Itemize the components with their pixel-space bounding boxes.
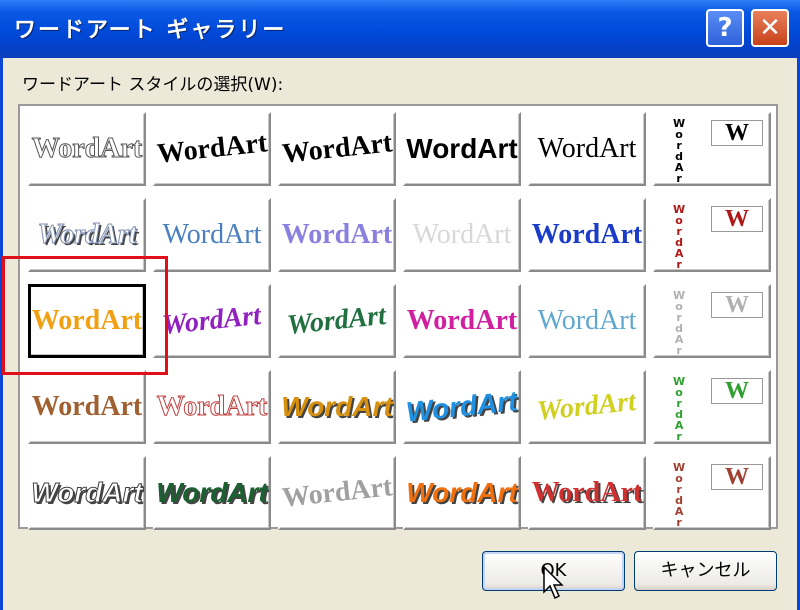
wordart-style-15[interactable]: WordArt — [278, 284, 396, 358]
wordart-style-4[interactable]: WordArt — [403, 112, 521, 186]
wordart-style-1[interactable]: WordArt — [28, 112, 146, 186]
mouse-pointer-icon — [543, 566, 564, 600]
wordart-sample-text: WordArt — [37, 219, 137, 251]
wordart-style-21[interactable]: WordArt — [278, 370, 396, 444]
title-bar: ワードアート ギャラリー ? ✕ — [0, 0, 800, 58]
wordart-style-10[interactable]: WordArt — [403, 198, 521, 272]
wordart-vertical-box: W — [711, 206, 763, 232]
wordart-vertical-sample: WordArt — [673, 375, 686, 443]
wordart-style-24[interactable]: WordArt W — [653, 370, 771, 444]
wordart-style-9[interactable]: WordArt — [278, 198, 396, 272]
wordart-sample-text: WordArt — [286, 299, 388, 342]
cancel-button[interactable]: キャンセル — [634, 551, 777, 591]
help-button[interactable]: ? — [706, 9, 744, 47]
wordart-sample-text: WordArt — [156, 391, 268, 423]
wordart-sample-text: WordArt — [537, 133, 637, 164]
wordart-sample-text: WordArt — [161, 299, 263, 342]
wordart-style-20[interactable]: WordArt — [153, 370, 271, 444]
wordart-style-12[interactable]: WordArt W — [653, 198, 771, 272]
wordart-sample-text: WordArt — [531, 477, 643, 508]
selection-highlight — [2, 256, 168, 375]
wordart-sample-text: WordArt — [404, 385, 519, 428]
close-button[interactable]: ✕ — [751, 9, 789, 47]
wordart-sample-text: WordArt — [280, 471, 394, 514]
wordart-sample-text: WordArt — [156, 477, 268, 508]
dialog-title: ワードアート ギャラリー — [14, 18, 287, 43]
wordart-vertical-sample: WordArt — [673, 117, 686, 185]
wordart-style-30[interactable]: WordArt W — [653, 456, 771, 530]
wordart-sample-text: WordArt — [536, 385, 638, 428]
wordart-style-16[interactable]: WordArt — [403, 284, 521, 358]
style-prompt-label: ワードアート スタイルの選択(W): — [22, 75, 284, 95]
wordart-sample-text: WordArt — [406, 133, 518, 164]
wordart-sample-text: WordArt — [31, 477, 143, 509]
wordart-style-11[interactable]: WordArt — [528, 198, 646, 272]
wordart-sample-text: WordArt — [531, 219, 643, 250]
wordart-vertical-sample: WordArt — [673, 289, 686, 357]
wordart-vertical-box: W — [711, 464, 763, 490]
wordart-style-5[interactable]: WordArt — [528, 112, 646, 186]
wordart-sample-text: WordArt — [537, 305, 637, 336]
wordart-style-3[interactable]: WordArt — [278, 112, 396, 186]
wordart-style-17[interactable]: WordArt — [528, 284, 646, 358]
wordart-style-2[interactable]: WordArt — [153, 112, 271, 186]
wordart-vertical-sample: WordArt — [673, 461, 686, 529]
wordart-style-8[interactable]: WordArt — [153, 198, 271, 272]
wordart-style-6[interactable]: WordArt W — [653, 112, 771, 186]
wordart-sample-text: WordArt — [162, 219, 262, 250]
wordart-style-19[interactable]: WordArt — [28, 370, 146, 444]
wordart-style-26[interactable]: WordArt — [153, 456, 271, 530]
wordart-style-25[interactable]: WordArt — [28, 456, 146, 530]
wordart-sample-text: WordArt — [31, 391, 143, 422]
wordart-vertical-sample: WordArt — [673, 203, 686, 271]
wordart-vertical-box: W — [711, 120, 763, 146]
wordart-style-18[interactable]: WordArt W — [653, 284, 771, 358]
wordart-sample-text: WordArt — [31, 133, 143, 165]
wordart-style-29[interactable]: WordArt — [528, 456, 646, 530]
wordart-sample-text: WordArt — [406, 305, 518, 336]
wordart-sample-text: WordArt — [155, 127, 269, 170]
wordart-sample-text: WordArt — [281, 219, 393, 250]
wordart-vertical-box: W — [711, 292, 763, 318]
wordart-style-14[interactable]: WordArt — [153, 284, 271, 358]
wordart-sample-text: WordArt — [412, 219, 512, 250]
wordart-style-28[interactable]: WordArt — [403, 456, 521, 530]
wordart-sample-text: WordArt — [280, 127, 394, 170]
wordart-style-23[interactable]: WordArt — [528, 370, 646, 444]
wordart-sample-text: WordArt — [406, 477, 518, 508]
wordart-style-22[interactable]: WordArt — [403, 370, 521, 444]
wordart-vertical-box: W — [711, 378, 763, 404]
wordart-style-27[interactable]: WordArt — [278, 456, 396, 530]
wordart-sample-text: WordArt — [281, 391, 393, 422]
